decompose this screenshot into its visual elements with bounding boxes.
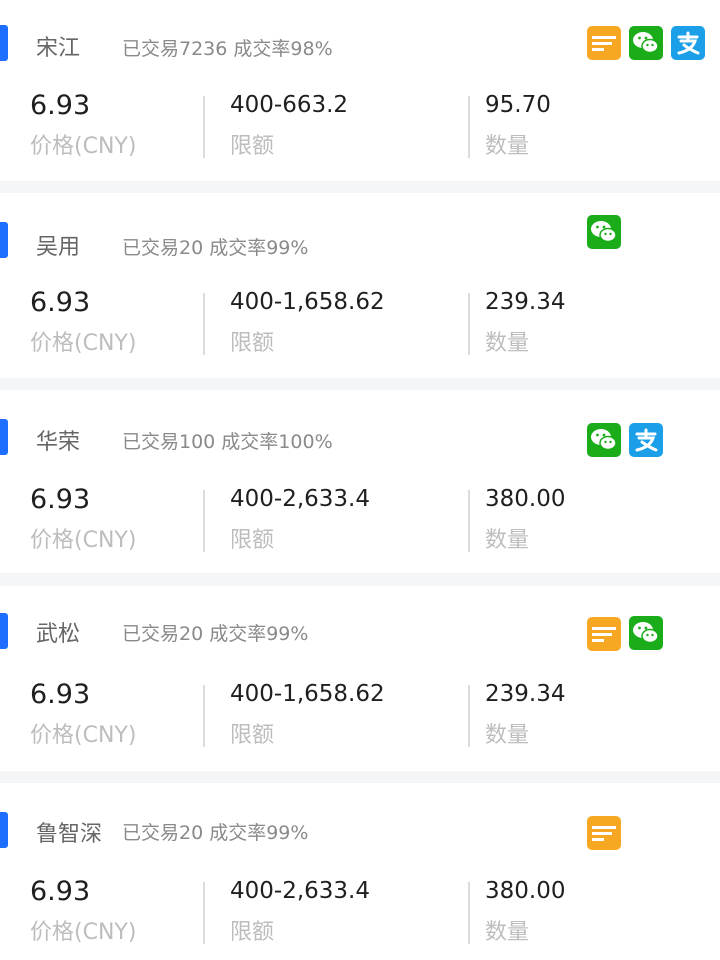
quantity-value: 239.34 <box>485 681 566 707</box>
limit-label: 限额 <box>230 134 275 159</box>
column-divider <box>468 685 470 747</box>
merchant-card[interactable]: 吴用 已交易20 成交率99% 6.93 价格(CNY) 400-1,658.6… <box>0 193 720 378</box>
merchant-card[interactable]: 宋江 已交易7236 成交率98% 6.93 价格(CNY) 400-663.2… <box>0 0 720 181</box>
limit-label: 限额 <box>230 331 275 356</box>
merchant-card[interactable]: 鲁智深 已交易20 成交率99% 6.93 价格(CNY) 400-2,633.… <box>0 783 720 960</box>
quantity-label: 数量 <box>485 134 530 159</box>
merchant-stats: 已交易20 成交率99% <box>122 822 309 844</box>
price-value: 6.93 <box>30 287 91 318</box>
bank-card-icon <box>587 617 621 651</box>
bank-card-icon <box>587 26 621 60</box>
bank-card-icon <box>587 816 621 850</box>
price-value: 6.93 <box>30 90 91 121</box>
column-divider <box>203 490 205 552</box>
wechat-pay-icon <box>587 215 621 249</box>
quantity-value: 95.70 <box>485 92 551 118</box>
limit-label: 限额 <box>230 920 275 945</box>
merchant-name: 武松 <box>36 622 81 647</box>
price-label: 价格(CNY) <box>30 920 137 945</box>
merchant-name: 宋江 <box>36 36 81 61</box>
wechat-pay-icon <box>629 26 663 60</box>
limit-value: 400-1,658.62 <box>230 681 385 707</box>
merchant-stats: 已交易20 成交率99% <box>122 623 309 645</box>
column-divider <box>203 96 205 158</box>
merchant-card[interactable]: 武松 已交易20 成交率99% 6.93 价格(CNY) 400-1,658.6… <box>0 586 720 771</box>
column-divider <box>468 293 470 355</box>
accent-bar <box>0 812 8 848</box>
quantity-value: 380.00 <box>485 486 566 512</box>
price-value: 6.93 <box>30 484 91 515</box>
price-value: 6.93 <box>30 679 91 710</box>
merchant-name: 吴用 <box>36 235 81 260</box>
accent-bar <box>0 613 8 649</box>
column-divider <box>468 96 470 158</box>
column-divider <box>203 882 205 944</box>
wechat-pay-icon <box>629 616 663 650</box>
quantity-label: 数量 <box>485 723 530 748</box>
price-label: 价格(CNY) <box>30 134 137 159</box>
merchant-name: 鲁智深 <box>36 822 103 847</box>
quantity-label: 数量 <box>485 920 530 945</box>
merchant-stats: 已交易7236 成交率98% <box>122 38 333 60</box>
column-divider <box>468 490 470 552</box>
price-label: 价格(CNY) <box>30 528 137 553</box>
quantity-value: 239.34 <box>485 289 566 315</box>
merchant-stats: 已交易100 成交率100% <box>122 431 333 453</box>
limit-value: 400-2,633.4 <box>230 486 370 512</box>
limit-value: 400-1,658.62 <box>230 289 385 315</box>
quantity-label: 数量 <box>485 528 530 553</box>
merchant-name: 华荣 <box>36 430 81 455</box>
merchant-card[interactable]: 华荣 已交易100 成交率100% 6.93 价格(CNY) 400-2,633… <box>0 390 720 573</box>
limit-label: 限额 <box>230 528 275 553</box>
price-label: 价格(CNY) <box>30 331 137 356</box>
limit-value: 400-2,633.4 <box>230 878 370 904</box>
price-value: 6.93 <box>30 876 91 907</box>
alipay-icon <box>629 423 663 457</box>
price-label: 价格(CNY) <box>30 723 137 748</box>
limit-label: 限额 <box>230 723 275 748</box>
alipay-icon <box>671 26 705 60</box>
wechat-pay-icon <box>587 423 621 457</box>
quantity-label: 数量 <box>485 331 530 356</box>
column-divider <box>203 293 205 355</box>
accent-bar <box>0 419 8 455</box>
quantity-value: 380.00 <box>485 878 566 904</box>
merchant-stats: 已交易20 成交率99% <box>122 237 309 259</box>
limit-value: 400-663.2 <box>230 92 349 118</box>
accent-bar <box>0 25 8 61</box>
accent-bar <box>0 222 8 258</box>
column-divider <box>468 882 470 944</box>
column-divider <box>203 685 205 747</box>
